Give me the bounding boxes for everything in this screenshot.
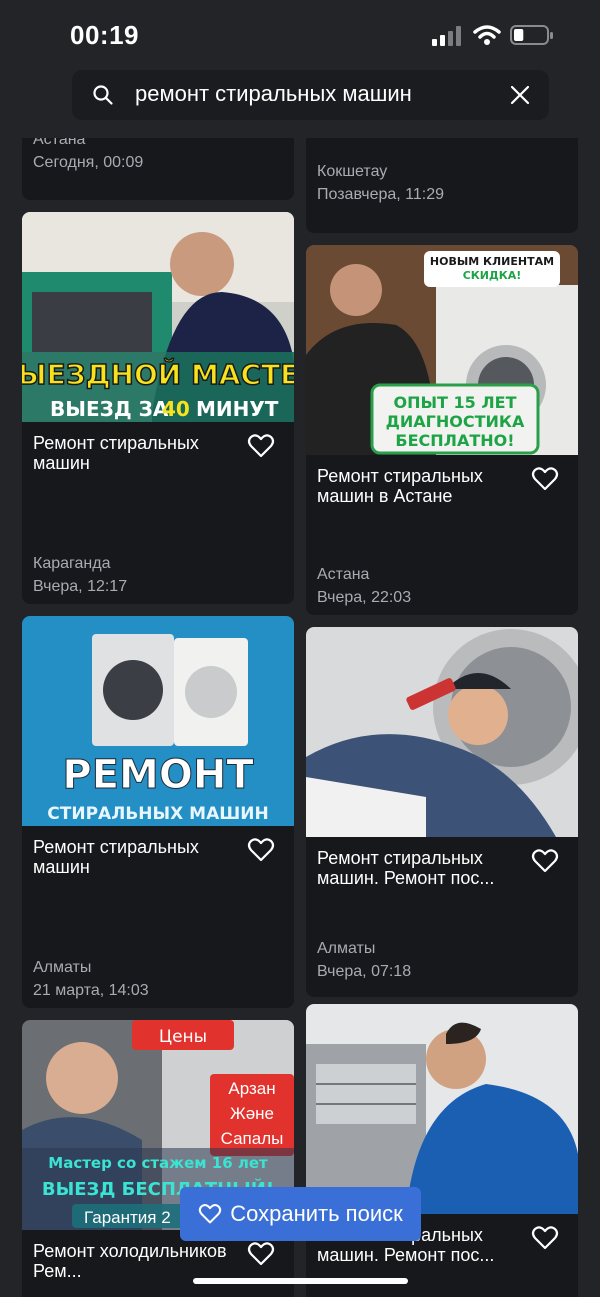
listing-image-text: 40 <box>162 397 190 421</box>
search-input[interactable]: ремонт стиральных машин <box>135 81 412 107</box>
listing-title[interactable]: Ремонт стиральных машин в Астане <box>317 466 522 506</box>
listing-card[interactable]: Астана Сегодня, 00:09 <box>22 138 294 200</box>
listing-image[interactable] <box>306 627 578 837</box>
status-bar: 00:19 <box>0 0 600 66</box>
wifi-icon <box>473 25 501 45</box>
heart-icon[interactable] <box>247 1241 275 1267</box>
heart-icon[interactable] <box>247 433 275 459</box>
listing-date: Сегодня, 00:09 <box>33 154 144 171</box>
search-icon <box>93 85 113 105</box>
heart-icon[interactable] <box>531 1225 559 1251</box>
save-search-label: Сохранить поиск <box>230 1201 403 1226</box>
listing-card[interactable]: Цены Арзан Жәнe Сапалы Мастер со стажем … <box>22 1020 294 1297</box>
listing-image-text: Жәнe <box>230 1104 274 1123</box>
heart-icon <box>199 1204 222 1224</box>
listing-image-text: ОПЫТ 15 ЛЕТ <box>393 393 516 412</box>
listing-date: 21 марта, 14:03 <box>33 982 149 999</box>
listing-title[interactable]: Ремонт стиральных машин <box>33 837 238 877</box>
listing-date: Вчера, 12:17 <box>33 578 128 595</box>
listing-image-text: БЕСПЛАТНО! <box>395 431 514 450</box>
listing-city: Астана <box>317 566 370 583</box>
heart-icon[interactable] <box>531 466 559 492</box>
listing-city: Кокшетау <box>317 163 388 180</box>
listing-image-text: Арзан <box>228 1079 275 1098</box>
listing-city: Алматы <box>33 959 92 976</box>
listing-card[interactable]: Ремонт стиральных машин. Ремонт пос... <box>306 1004 578 1297</box>
signal-icon <box>432 26 461 46</box>
status-time: 00:19 <box>70 20 139 50</box>
save-search-button[interactable]: Сохранить поиск <box>180 1187 421 1241</box>
listing-city: Алматы <box>317 940 376 957</box>
listing-card[interactable]: НОВЫМ КЛИЕНТАМ СКИДКА! ОПЫТ 15 ЛЕТ ДИАГН… <box>306 245 578 615</box>
listing-image-text: СТИРАЛЬНЫХ МАШИН <box>47 804 268 824</box>
close-icon[interactable] <box>508 83 532 107</box>
listing-image-text: ВЫЕЗДНОЙ МАСТЕР <box>22 357 294 391</box>
listing-image-text: ДИАГНОСТИКА <box>386 412 525 431</box>
listing-image[interactable]: РЕМОНТ СТИРАЛЬНЫХ МАШИН <box>22 616 294 826</box>
listing-date: Позавчера, 11:29 <box>317 186 445 203</box>
listing-image-text: ВЫЕЗД ЗА <box>50 397 169 421</box>
listing-image-text: Сапалы <box>221 1129 284 1148</box>
heart-icon[interactable] <box>247 837 275 863</box>
listing-image-text: МИНУТ <box>196 397 279 421</box>
listing-image[interactable]: ВЫЕЗДНОЙ МАСТЕР ВЫЕЗД ЗА 40 МИНУТ <box>22 212 294 422</box>
listing-image-text: Мастер со стажем 16 лет <box>48 1154 268 1172</box>
listing-image-text: Цены <box>159 1027 207 1047</box>
listing-title[interactable]: Ремонт стиральных машин. Ремонт пос... <box>317 848 522 888</box>
listing-title[interactable]: Ремонт стиральных машин <box>33 433 238 473</box>
listing-card[interactable]: РЕМОНТ СТИРАЛЬНЫХ МАШИН Ремонт стиральны… <box>22 616 294 1008</box>
listing-image-text: НОВЫМ КЛИЕНТАМ <box>430 255 554 268</box>
heart-icon[interactable] <box>531 848 559 874</box>
listing-image[interactable]: НОВЫМ КЛИЕНТАМ СКИДКА! ОПЫТ 15 ЛЕТ ДИАГН… <box>306 245 578 455</box>
listing-image[interactable] <box>306 1004 578 1214</box>
listing-image-text: РЕМОНТ <box>62 752 254 798</box>
listing-image-text: Гарантия 2 <box>84 1208 171 1227</box>
battery-icon <box>510 25 553 45</box>
listings-feed[interactable]: Астана Сегодня, 00:09 Кокшетау Позавчера… <box>0 138 600 1297</box>
listing-card[interactable]: ВЫЕЗДНОЙ МАСТЕР ВЫЕЗД ЗА 40 МИНУТ Ремонт… <box>22 212 294 604</box>
listing-city: Астана <box>33 138 86 148</box>
listing-card[interactable]: Ремонт стиральных машин. Ремонт пос... А… <box>306 627 578 997</box>
listing-city: Караганда <box>33 555 111 572</box>
search-bar[interactable]: ремонт стиральных машин <box>72 70 549 120</box>
home-indicator[interactable] <box>193 1278 408 1284</box>
listing-card[interactable]: Кокшетау Позавчера, 11:29 <box>306 138 578 233</box>
listing-date: Вчера, 07:18 <box>317 963 412 980</box>
listing-title[interactable]: Ремонт холодильников Рем... <box>33 1241 238 1281</box>
listing-date: Вчера, 22:03 <box>317 589 412 606</box>
listing-image-text: СКИДКА! <box>463 269 522 282</box>
